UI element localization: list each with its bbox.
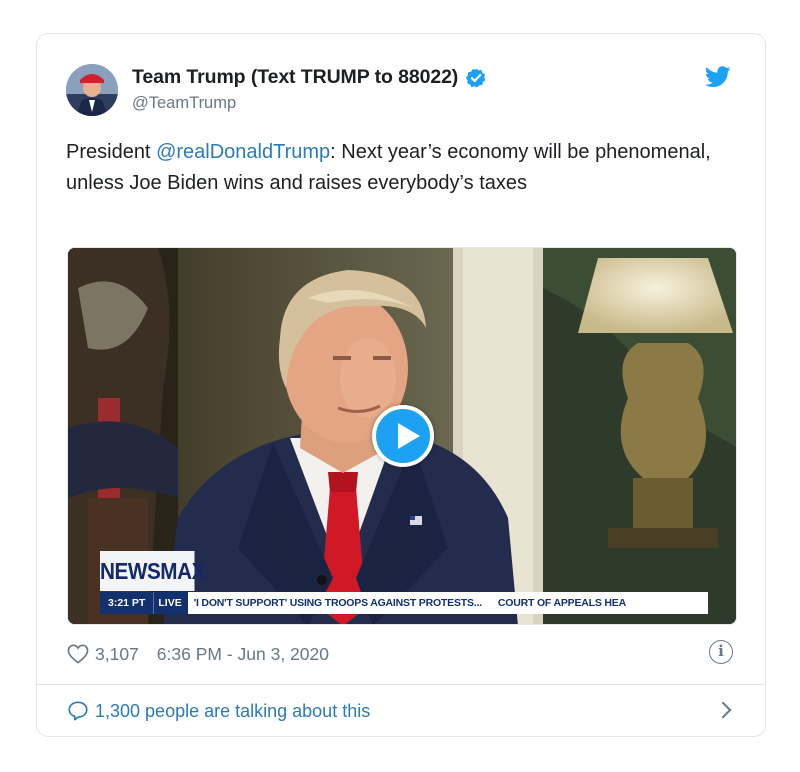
tweet-header: Team Trump (Text TRUMP to 88022) @TeamTr… bbox=[66, 64, 745, 120]
video-player[interactable]: NEWSMAX 3:21 PT LIVE 'I DON'T SUPPORT' U… bbox=[67, 247, 737, 625]
like-count[interactable]: 3,107 bbox=[95, 644, 139, 665]
author-display-name[interactable]: Team Trump (Text TRUMP to 88022) bbox=[132, 66, 458, 89]
author-names: Team Trump (Text TRUMP to 88022) @TeamTr… bbox=[132, 66, 487, 113]
ticker-time: 3:21 PT bbox=[100, 592, 154, 614]
verified-badge-icon bbox=[466, 67, 486, 87]
avatar[interactable] bbox=[66, 64, 118, 116]
tweet-card[interactable]: Team Trump (Text TRUMP to 88022) @TeamTr… bbox=[36, 33, 766, 737]
play-icon[interactable] bbox=[372, 405, 434, 467]
mention-link[interactable]: @realDonaldTrump bbox=[156, 141, 330, 163]
speech-bubble-icon bbox=[68, 701, 88, 721]
heart-icon[interactable] bbox=[67, 644, 89, 664]
author-handle[interactable]: @TeamTrump bbox=[132, 94, 487, 113]
display-name-row: Team Trump (Text TRUMP to 88022) bbox=[132, 66, 487, 89]
tweet-timestamp[interactable]: 6:36 PM - Jun 3, 2020 bbox=[157, 644, 329, 665]
tweet-text: President @realDonaldTrump: Next year’s … bbox=[66, 137, 726, 199]
ticker-headline: 'I DON'T SUPPORT' USING TROOPS AGAINST P… bbox=[193, 597, 482, 609]
divider bbox=[37, 684, 765, 685]
info-icon[interactable]: i bbox=[709, 640, 733, 664]
tweet-text-prefix: President bbox=[66, 141, 157, 163]
twitter-bird-icon[interactable] bbox=[705, 66, 731, 88]
newsmax-logo: NEWSMAX bbox=[100, 551, 205, 591]
news-ticker: 3:21 PT LIVE 'I DON'T SUPPORT' USING TRO… bbox=[100, 592, 708, 614]
conversation-count[interactable]: 1,300 people are talking about this bbox=[95, 701, 370, 722]
ticker-live: LIVE bbox=[153, 592, 188, 614]
ticker-headline-2: COURT OF APPEALS HEA bbox=[497, 597, 626, 609]
tweet-meta: 3,107 6:36 PM - Jun 3, 2020 bbox=[67, 642, 329, 666]
conversation-link[interactable]: 1,300 people are talking about this bbox=[67, 696, 370, 726]
chevron-right-icon[interactable] bbox=[714, 701, 732, 719]
